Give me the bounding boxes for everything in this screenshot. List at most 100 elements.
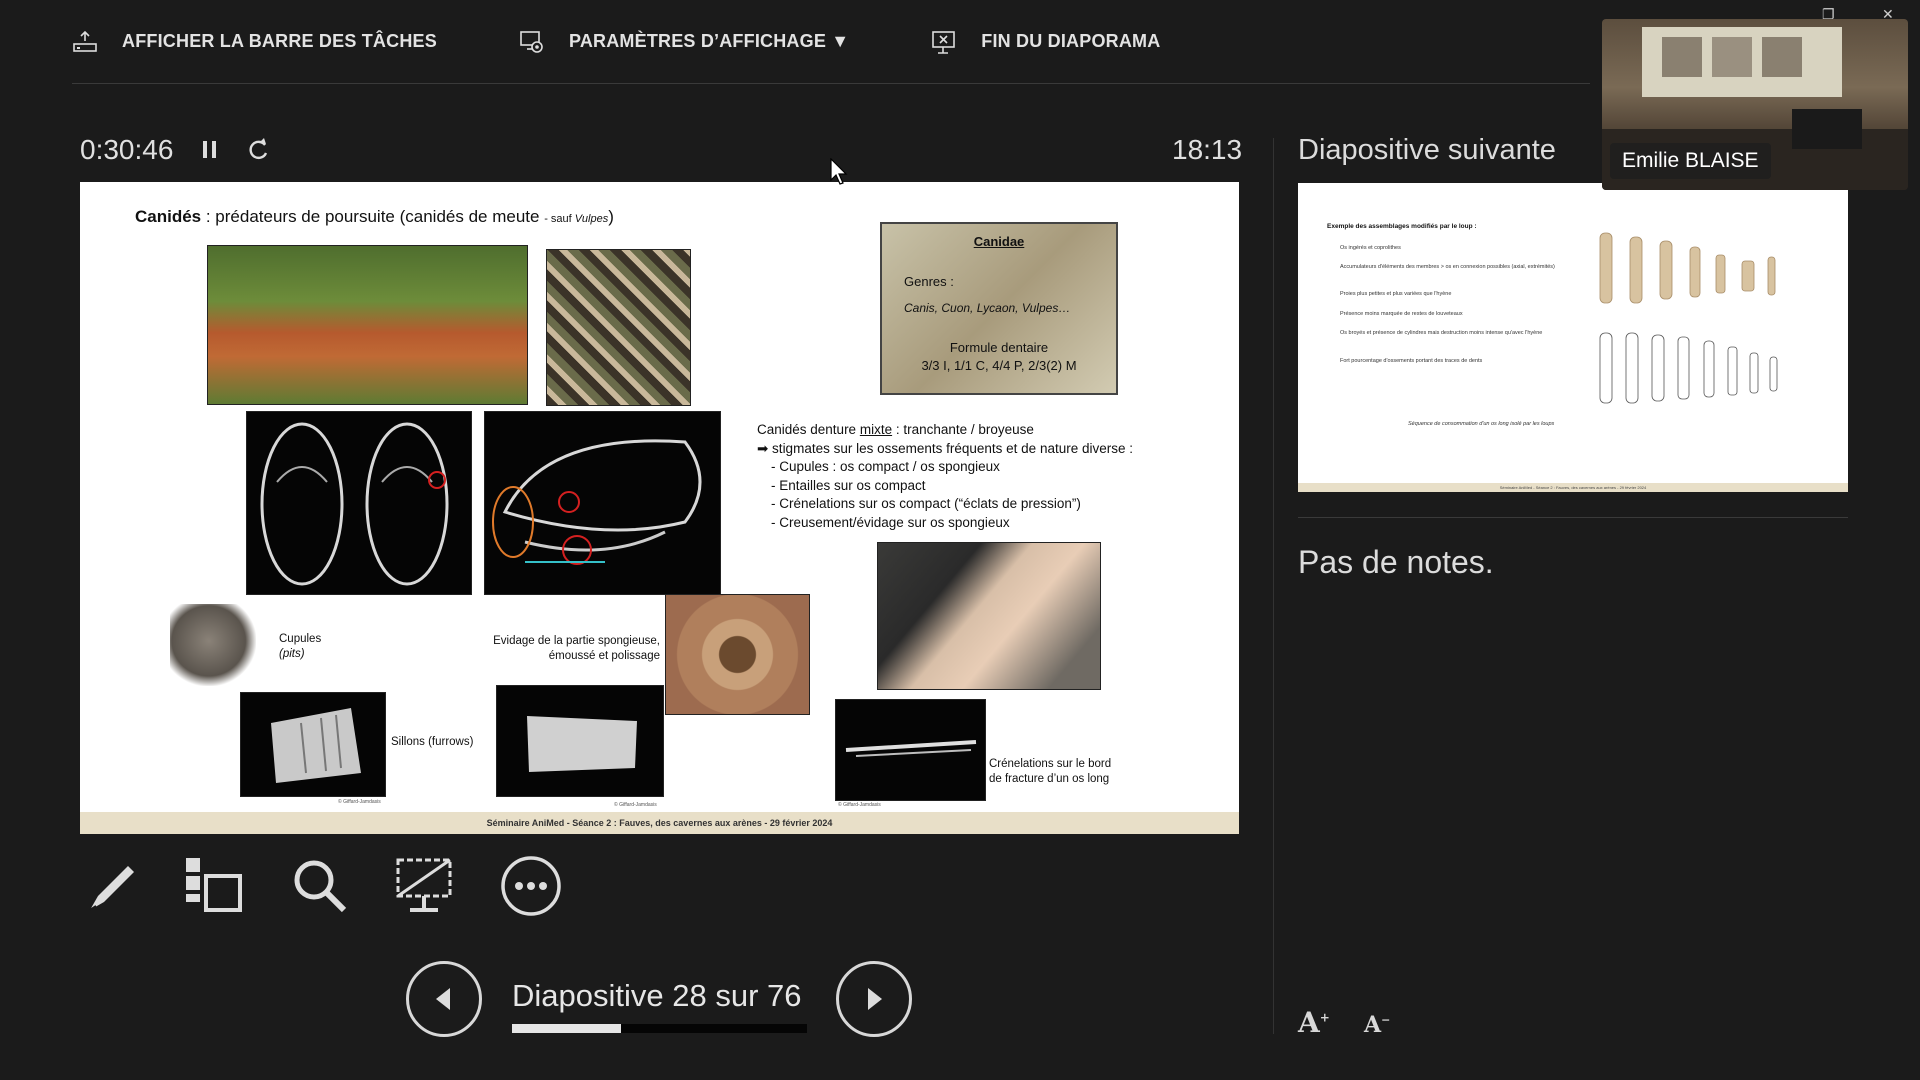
dentition-text: Canidés denture mixte : tranchante / bro… bbox=[757, 421, 1133, 532]
zoom-button[interactable] bbox=[288, 854, 352, 918]
pitted-bone-photo bbox=[170, 604, 256, 686]
mouse-cursor-icon bbox=[830, 158, 848, 185]
reset-timer-button[interactable] bbox=[244, 134, 274, 166]
next-slide-item: Proies plus petites et plus variées que … bbox=[1340, 291, 1452, 297]
next-slide-item: Os broyés et présence de cylindres mais … bbox=[1340, 330, 1543, 336]
long-bone-fracture-photo bbox=[835, 699, 986, 801]
hollow-cylinder-photo bbox=[665, 594, 810, 715]
dentition-line-1b: : tranchante / broyeuse bbox=[892, 422, 1034, 437]
photo-credit: © Giffard-Jamdasis bbox=[838, 802, 881, 808]
see-all-slides-button[interactable] bbox=[182, 854, 246, 918]
notes-divider bbox=[1298, 517, 1848, 518]
crenelations-line-1: Crénelations sur le bord bbox=[989, 758, 1112, 770]
participant-name: Emilie BLAISE bbox=[1610, 143, 1771, 179]
next-slide-title: Exemple des assemblages modifiés par le … bbox=[1327, 223, 1477, 230]
next-slide-item: Présence moins marquée de restes de louv… bbox=[1340, 311, 1463, 317]
photo-credit: © Giffard-Jamdasis bbox=[614, 802, 657, 808]
genres-label: Genres : bbox=[904, 274, 954, 289]
slide-title-italic: Vulpes bbox=[574, 213, 609, 225]
photo-credit: © Giffard-Jamdasis bbox=[338, 799, 381, 805]
black-screen-button[interactable] bbox=[392, 854, 456, 918]
evidage-line-1: Evidage de la partie spongieuse, bbox=[493, 635, 660, 647]
show-taskbar-button[interactable]: AFFICHER LA BARRE DES TÂCHES bbox=[72, 29, 437, 55]
restore-window-icon[interactable]: ❐ bbox=[1822, 6, 1835, 23]
bone-sequence-illustration bbox=[1599, 232, 1778, 404]
evidage-line-2: émoussé et polissage bbox=[548, 650, 660, 662]
skull-dorsal-ventral-photo bbox=[246, 411, 472, 595]
display-settings-icon bbox=[520, 30, 543, 53]
pen-tool-button[interactable] bbox=[80, 854, 144, 918]
formula-value: 3/3 I, 1/1 C, 4/4 P, 2/3(2) M bbox=[921, 358, 1077, 373]
pits-label: (pits) bbox=[279, 648, 305, 660]
slide-footer: Séminaire AniMed - Séance 2 : Fauves, de… bbox=[80, 812, 1239, 834]
next-slide-heading: Diapositive suivante bbox=[1298, 134, 1556, 166]
crenelated-bone-photo bbox=[877, 542, 1101, 690]
end-slideshow-icon bbox=[932, 30, 956, 54]
panel-divider bbox=[1273, 138, 1274, 1034]
pen-icon bbox=[89, 866, 134, 911]
presenter-toolbar: AFFICHER LA BARRE DES TÂCHES PARAMÈTRES … bbox=[72, 0, 1590, 84]
next-slide-item: Accumulateurs d'éléments des membres > o… bbox=[1340, 264, 1555, 270]
next-slide-preview[interactable]: Exemple des assemblages modifiés par le … bbox=[1298, 183, 1848, 492]
dentition-line-5: - Crénelations sur os compact (“éclats d… bbox=[771, 496, 1081, 511]
hollowed-bone-photo bbox=[496, 685, 664, 797]
dentition-line-3: - Cupules : os compact / os spongieux bbox=[771, 459, 1000, 474]
slide-title-rest: : prédateurs de poursuite (canidés de me… bbox=[201, 207, 545, 226]
next-slide-item: Fort pourcentage d'ossements portant des… bbox=[1340, 358, 1483, 364]
evidage-caption: Evidage de la partie spongieuse, émoussé … bbox=[470, 634, 660, 664]
crenelations-caption: Crénelations sur le bord de fracture d’un… bbox=[989, 757, 1111, 787]
font-decrease-icon: A− bbox=[1364, 1012, 1391, 1038]
dentition-line-1-underlined: mixte bbox=[859, 422, 893, 437]
next-slide-item: Os ingérés et coprolithes bbox=[1340, 245, 1401, 251]
slide-title-bold: Canidés bbox=[135, 207, 202, 226]
slide-progress-bar[interactable] bbox=[512, 1024, 807, 1033]
current-slide: Canidés : prédateurs de poursuite (canid… bbox=[80, 182, 1239, 834]
increase-font-button[interactable]: A+ bbox=[1298, 1006, 1330, 1039]
canidae-info-box: Canidae Genres : Canis, Cuon, Lycaon, Vu… bbox=[880, 222, 1118, 395]
previous-slide-button[interactable] bbox=[406, 961, 482, 1037]
skull-lateral-photo bbox=[484, 411, 721, 595]
cupules-label: Cupules bbox=[279, 633, 322, 645]
arrow-left-icon bbox=[436, 988, 450, 1010]
slide-title-small: - sauf bbox=[544, 213, 575, 225]
more-icon bbox=[501, 856, 561, 916]
display-settings-button[interactable]: PARAMÈTRES D’AFFICHAGE ▼ bbox=[519, 29, 849, 55]
close-window-icon[interactable]: ✕ bbox=[1882, 6, 1894, 23]
speaker-notes: Pas de notes. bbox=[1298, 544, 1494, 580]
more-options-button[interactable] bbox=[499, 854, 563, 918]
sillons-caption: Sillons (furrows) bbox=[391, 736, 474, 748]
cupules-caption: Cupules (pits) bbox=[279, 632, 321, 662]
presentation-screen-icon bbox=[396, 858, 452, 912]
end-slideshow-button[interactable]: FIN DU DIAPORAMA bbox=[931, 29, 1160, 55]
current-time: 18:13 bbox=[1172, 134, 1243, 165]
decrease-font-button[interactable]: A− bbox=[1364, 1012, 1390, 1038]
slide-counter: Diapositive 28 sur 76 bbox=[512, 978, 802, 1013]
canidae-heading: Canidae bbox=[973, 234, 1025, 249]
dhole-pack-photo bbox=[207, 245, 528, 405]
dentition-line-6: - Creusement/évidage sur os spongieux bbox=[771, 514, 1010, 530]
show-taskbar-label: AFFICHER LA BARRE DES TÂCHES bbox=[122, 31, 437, 51]
grid-icon bbox=[186, 858, 242, 912]
arrow-right-icon bbox=[868, 988, 882, 1010]
display-settings-label: PARAMÈTRES D’AFFICHAGE ▼ bbox=[568, 31, 850, 51]
dentition-line-1: Canidés denture mixte : tranchante / bro… bbox=[757, 421, 1133, 440]
dentition-line-4: - Entailles sur os compact bbox=[771, 477, 926, 493]
taskbar-icon bbox=[73, 30, 97, 52]
font-increase-icon: A+ bbox=[1298, 1006, 1330, 1039]
magnifier-icon bbox=[294, 860, 347, 913]
slide-title-close: ) bbox=[608, 207, 614, 226]
pause-icon bbox=[203, 141, 216, 158]
dentition-line-2: ➡ stigmates sur les ossements fréquents … bbox=[757, 440, 1133, 456]
genres-list: Canis, Cuon, Lycaon, Vulpes… bbox=[904, 301, 1071, 315]
african-wild-dog-photo bbox=[546, 249, 691, 406]
end-slideshow-label: FIN DU DIAPORAMA bbox=[981, 31, 1161, 51]
next-slide-footer: Séminaire AniMed - Séance 2 : Fauves, de… bbox=[1298, 483, 1848, 492]
next-slide-button[interactable] bbox=[836, 961, 912, 1037]
elapsed-timer: 0:30:46 bbox=[80, 134, 174, 165]
slide-progress-fill bbox=[512, 1024, 621, 1033]
restart-icon bbox=[249, 138, 268, 160]
crenelations-line-2: de fracture d’un os long bbox=[989, 773, 1110, 785]
pause-timer-button[interactable] bbox=[196, 134, 226, 166]
formula-label: Formule dentaire bbox=[949, 340, 1049, 355]
furrowed-bone-photo bbox=[240, 692, 386, 797]
